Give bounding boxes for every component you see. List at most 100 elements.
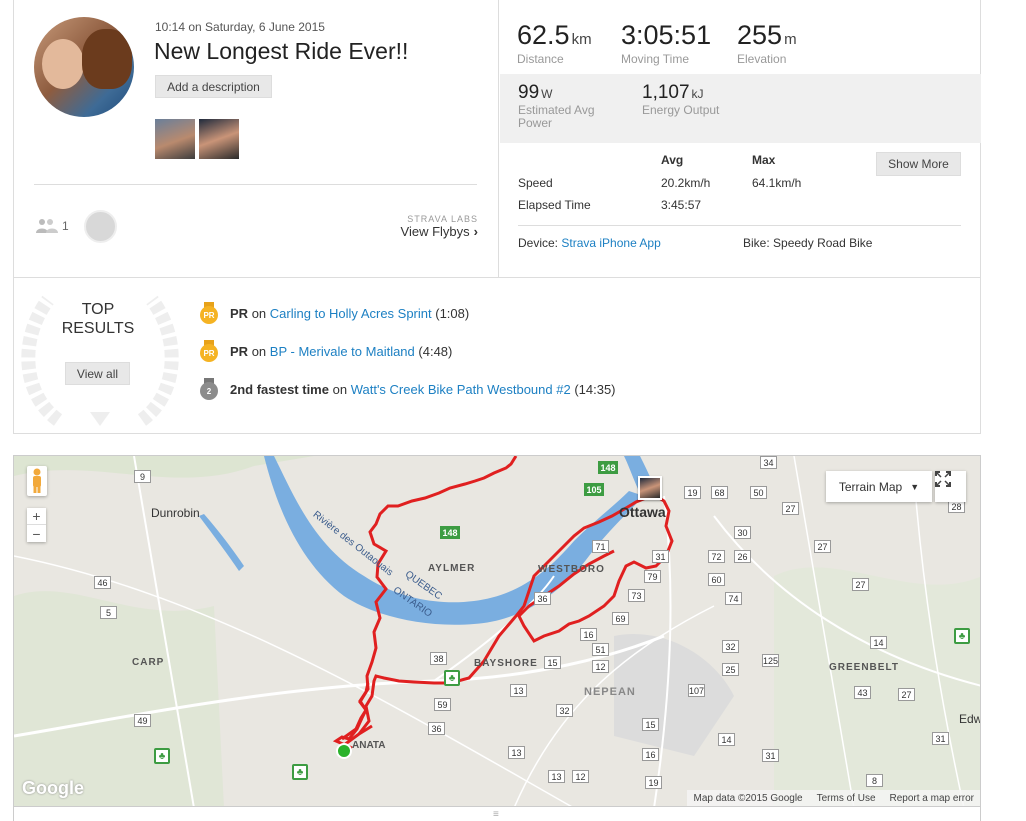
start-marker[interactable] [336, 743, 352, 759]
view-flybys-label: View Flybys [400, 224, 470, 239]
activity-photo[interactable] [155, 119, 195, 159]
result-item: PR PR on BP - Merivale to Maitland (4:48… [200, 340, 452, 362]
top-results-line2: RESULTS [61, 320, 135, 337]
stat-unit: W [541, 87, 553, 101]
view-flybys-link[interactable]: View Flybys › [401, 224, 478, 239]
road-shield: 16 [642, 748, 659, 761]
kudos-avatar[interactable] [84, 210, 117, 243]
maple-leaf-icon: ♣ [444, 670, 460, 686]
report-error-link[interactable]: Report a map error [890, 793, 974, 804]
stat-label: Distance [517, 52, 564, 66]
activity-photo[interactable] [199, 119, 239, 159]
road-shield: 60 [708, 573, 725, 586]
terms-link[interactable]: Terms of Use [817, 793, 876, 804]
segment-link[interactable]: Watt's Creek Bike Path Westbound #2 [351, 382, 571, 397]
stat-value: 255 [737, 20, 783, 50]
result-prefix: PR [230, 305, 249, 321]
google-logo[interactable]: Google [22, 778, 84, 799]
zoom-in-button[interactable]: + [27, 508, 46, 525]
elapsed-label: Elapsed Time [518, 198, 591, 212]
speed-max: 64.1km/h [752, 176, 802, 190]
road-shield: 14 [718, 733, 735, 746]
segment-link[interactable]: BP - Merivale to Maitland [270, 344, 415, 359]
stat-label: Elevation [737, 52, 787, 66]
street-view-pegman-icon[interactable] [27, 466, 47, 496]
stat-value: 1,107 [642, 82, 690, 103]
map-type-label: Terrain Map [838, 479, 903, 494]
expand-icon [935, 471, 951, 487]
stat-value: 99 [518, 82, 540, 103]
map-data-credit: Map data ©2015 Google [693, 792, 803, 804]
road-shield: 49 [134, 714, 151, 727]
road-shield: 72 [708, 550, 725, 563]
speed-avg: 20.2km/h [661, 176, 711, 190]
stat-value: 62.5 [517, 20, 570, 50]
avatar-dog [82, 29, 132, 89]
map-type-dropdown[interactable]: Terrain Map ▼ [826, 471, 932, 502]
map-label-edw: Edw [959, 712, 981, 726]
medal-badge: PR [200, 306, 218, 324]
second-place-medal-icon: 2 [200, 378, 218, 400]
device-label: Device: [518, 236, 559, 250]
road-shield: 5 [100, 606, 117, 619]
result-on: on [332, 381, 348, 397]
view-all-button[interactable]: View all [65, 362, 130, 385]
pr-medal-icon: PR [200, 302, 218, 324]
road-shield: 32 [556, 704, 573, 717]
athletes-icon[interactable] [36, 218, 58, 234]
map-label-aylmer: AYLMER [428, 563, 476, 574]
road-shield: 36 [534, 592, 551, 605]
road-shield: 12 [592, 660, 609, 673]
road-shield: 19 [684, 486, 701, 499]
athlete-avatar[interactable] [34, 17, 134, 117]
activity-timestamp: 10:14 on Saturday, 6 June 2015 [155, 20, 325, 34]
fullscreen-button[interactable] [935, 471, 966, 502]
road-shield: 25 [722, 663, 739, 676]
road-shield: 12 [572, 770, 589, 783]
add-description-button[interactable]: Add a description [155, 75, 272, 98]
road-shield: 15 [544, 656, 561, 669]
top-results-panel: TOP RESULTS View all PR PR on Carling to… [13, 278, 981, 434]
device-link[interactable]: Strava iPhone App [561, 236, 660, 250]
top-results-line1: TOP [81, 301, 115, 318]
elapsed-value: 3:45:57 [661, 198, 702, 212]
photo-marker[interactable] [638, 476, 662, 500]
route-map[interactable]: Ottawa Dunrobin AYLMER WESTBORO BAYSHORE… [13, 455, 981, 807]
result-prefix: PR [230, 343, 249, 359]
zoom-out-button[interactable]: − [27, 525, 46, 542]
activity-title: New Longest Ride Ever!! [154, 38, 409, 64]
show-more-button[interactable]: Show More [876, 152, 961, 176]
road-shield: 31 [762, 749, 779, 762]
athlete-count: 1 [62, 219, 69, 233]
map-label-westboro: WESTBORO [538, 564, 605, 575]
map-label-ottawa: Ottawa [619, 504, 666, 520]
col-max-header: Max [752, 153, 776, 167]
stat-unit: m [784, 31, 797, 48]
device-info: Device: Strava iPhone App [518, 236, 661, 250]
map-label-carp: CARP [132, 657, 165, 668]
strava-labs-label: STRAVA LABS [407, 214, 478, 224]
maple-leaf-icon: ♣ [954, 628, 970, 644]
divider [518, 225, 961, 226]
road-shield: 27 [852, 578, 869, 591]
road-shield: 125 [762, 654, 779, 667]
speed-label: Speed [518, 176, 553, 190]
road-shield: 31 [932, 732, 949, 745]
road-shield: 59 [434, 698, 451, 711]
stat-label: Moving Time [621, 52, 690, 66]
road-shield: 34 [760, 456, 777, 469]
result-time: (4:48) [418, 343, 453, 359]
avatar-face [42, 39, 84, 89]
result-time: (1:08) [435, 305, 470, 321]
road-shield: 8 [866, 774, 883, 787]
result-on: on [251, 343, 267, 359]
medal-badge: PR [200, 344, 218, 362]
map-resize-handle[interactable]: ≡ [13, 807, 981, 821]
road-shield: 79 [644, 570, 661, 583]
road-shield: 27 [898, 688, 915, 701]
divider [34, 184, 477, 185]
road-shield: 32 [722, 640, 739, 653]
stat-energy: 1,107 kJ Energy Output [642, 82, 719, 117]
segment-link[interactable]: Carling to Holly Acres Sprint [270, 306, 432, 321]
chevron-right-icon: › [473, 224, 478, 239]
